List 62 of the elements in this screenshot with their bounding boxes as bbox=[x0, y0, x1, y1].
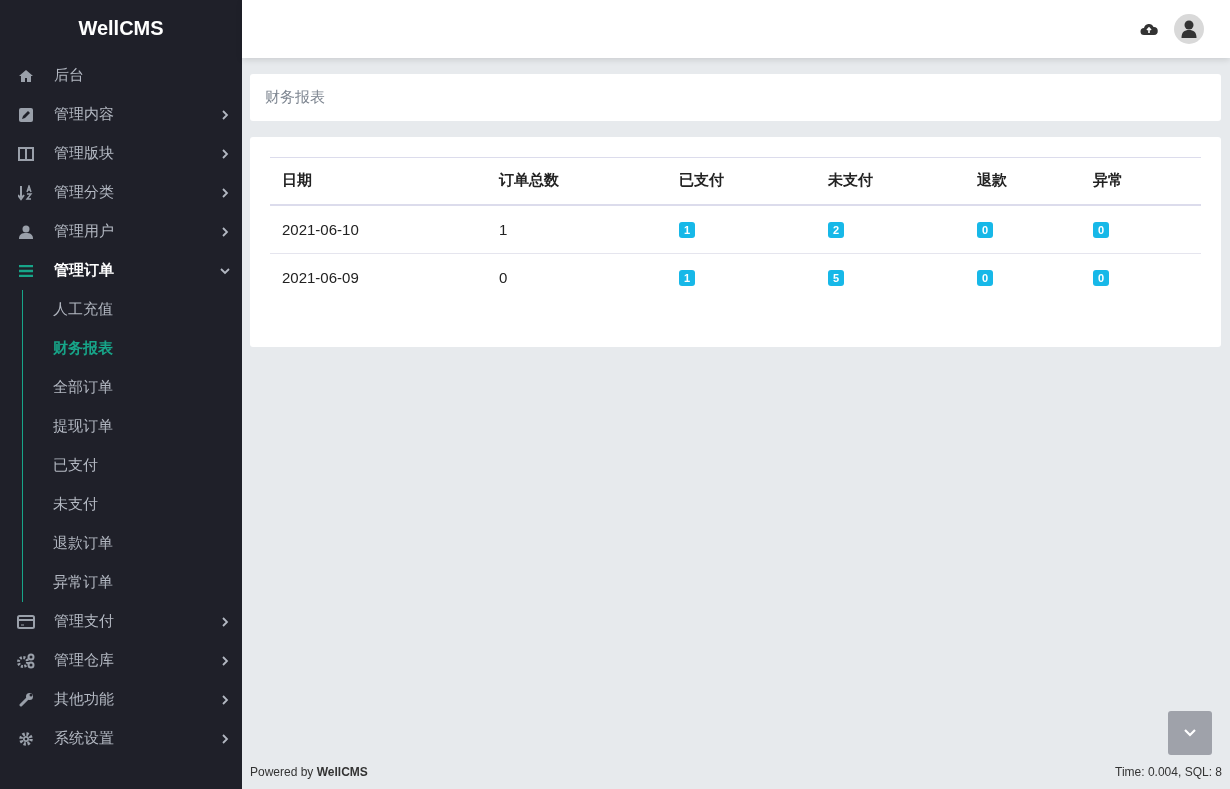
count-badge: 0 bbox=[1093, 222, 1110, 238]
table-cell: 1 bbox=[487, 204, 667, 253]
chevron-right-icon bbox=[220, 694, 230, 705]
sidebar-item[interactable]: 管理仓库 bbox=[0, 641, 242, 680]
sidebar-item[interactable]: 管理版块 bbox=[0, 134, 242, 173]
breadcrumb-text: 财务报表 bbox=[265, 88, 325, 107]
cloud-upload-icon[interactable] bbox=[1140, 22, 1158, 36]
submenu-item[interactable]: 未支付 bbox=[53, 495, 98, 514]
column-header: 日期 bbox=[270, 157, 487, 205]
stats-text: Time: 0.004, SQL: 8 bbox=[1115, 765, 1222, 779]
count-badge: 5 bbox=[828, 270, 845, 286]
count-badge: 0 bbox=[977, 222, 994, 238]
column-header: 订单总数 bbox=[487, 157, 667, 205]
edit-icon bbox=[19, 107, 33, 122]
submenu-item[interactable]: 已支付 bbox=[53, 456, 98, 475]
credit-card-icon bbox=[17, 614, 35, 629]
home-icon bbox=[19, 69, 33, 82]
chevron-right-icon bbox=[220, 187, 230, 198]
sidebar-item[interactable]: 系统设置 bbox=[0, 719, 242, 758]
submenu-item[interactable]: 人工充值 bbox=[53, 300, 113, 319]
chevron-right-icon bbox=[220, 226, 230, 237]
sidebar-item[interactable]: 管理支付 bbox=[0, 602, 242, 641]
gears-icon bbox=[17, 652, 35, 669]
sidebar-item[interactable]: 后台 bbox=[0, 56, 242, 95]
count-badge: 1 bbox=[679, 270, 696, 286]
chevron-right-icon bbox=[220, 655, 230, 666]
brand-logo[interactable]: WellCMS bbox=[78, 16, 164, 40]
powered-by-text: Powered by WellCMS bbox=[250, 765, 368, 779]
column-header: 已支付 bbox=[667, 157, 816, 205]
user-icon bbox=[19, 224, 33, 239]
chevron-right-icon bbox=[220, 109, 230, 120]
submenu-item[interactable]: 财务报表 bbox=[53, 339, 113, 358]
submenu-item[interactable]: 退款订单 bbox=[53, 534, 113, 553]
count-badge: 1 bbox=[679, 222, 696, 238]
table-cell: 2021-06-09 bbox=[270, 253, 487, 301]
sidebar-item[interactable]: 其他功能 bbox=[0, 680, 242, 719]
column-header: 异常 bbox=[1081, 157, 1201, 205]
column-header: 未支付 bbox=[816, 157, 965, 205]
sidebar-item[interactable]: 管理用户 bbox=[0, 212, 242, 251]
sidebar-item[interactable]: 管理订单 bbox=[0, 251, 242, 290]
sort-az-icon bbox=[18, 184, 34, 201]
count-badge: 0 bbox=[977, 270, 994, 286]
count-badge: 2 bbox=[828, 222, 845, 238]
columns-icon bbox=[18, 146, 34, 161]
sidebar-item[interactable]: 管理内容 bbox=[0, 95, 242, 134]
count-badge: 0 bbox=[1093, 270, 1110, 286]
menu-icon bbox=[19, 264, 33, 277]
chevron-right-icon bbox=[220, 733, 230, 744]
sidebar-item[interactable]: 管理分类 bbox=[0, 173, 242, 212]
chevron-right-icon bbox=[220, 148, 230, 159]
settings-icon bbox=[19, 731, 33, 746]
table-cell: 2021-06-10 bbox=[270, 204, 487, 253]
submenu-item[interactable]: 提现订单 bbox=[53, 417, 113, 436]
submenu-item[interactable]: 全部订单 bbox=[53, 378, 113, 397]
wrench-icon bbox=[18, 692, 34, 707]
table-cell: 0 bbox=[487, 253, 667, 301]
chevron-down-icon bbox=[220, 265, 230, 276]
chevron-down-icon bbox=[1184, 729, 1196, 737]
chevron-right-icon bbox=[220, 616, 230, 627]
submenu-item[interactable]: 异常订单 bbox=[53, 573, 113, 592]
column-header: 退款 bbox=[965, 157, 1081, 205]
avatar-icon[interactable] bbox=[1174, 14, 1204, 44]
